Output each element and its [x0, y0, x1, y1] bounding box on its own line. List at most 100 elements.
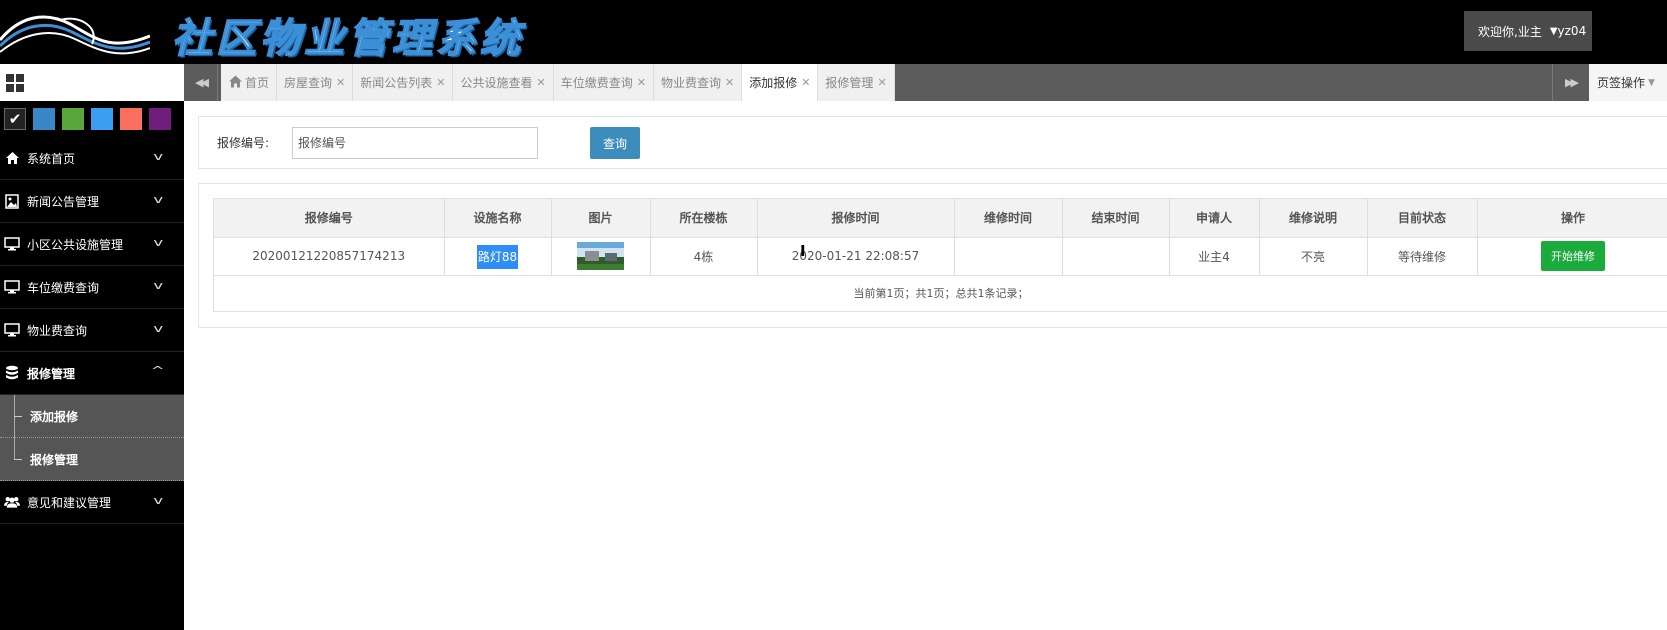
- column-header: 所在楼栋: [650, 199, 758, 237]
- theme-swatch-lightblue[interactable]: [91, 108, 113, 130]
- username: yz04: [1557, 24, 1587, 38]
- tab-scroll-right-button[interactable]: ▶▶: [1552, 64, 1588, 101]
- sidebar-subitem-label: 添加报修: [30, 409, 79, 424]
- sidebar-item-repair[interactable]: 报修管理 ^: [0, 352, 184, 395]
- close-icon[interactable]: ✕: [436, 76, 445, 89]
- sidebar-subitem-add-repair[interactable]: 添加报修: [0, 395, 184, 438]
- theme-swatch-green[interactable]: [62, 108, 84, 130]
- facility-name: 路灯88: [476, 244, 519, 269]
- cell-repair-time: [954, 236, 1063, 275]
- close-icon[interactable]: ✕: [877, 76, 886, 89]
- header: 社区物业管理系统 欢迎你,业主 ▼ yz04: [0, 0, 1667, 64]
- cell-repair-no: 20200121220857174213: [214, 236, 445, 275]
- sidebar-item-feedback[interactable]: 意见和建议管理 v: [0, 481, 184, 524]
- theme-swatches: ✔: [0, 101, 184, 137]
- tab-operations-dropdown[interactable]: 页签操作 ▼: [1589, 64, 1667, 101]
- sidebar-item-label: 新闻公告管理: [27, 194, 100, 209]
- user-menu[interactable]: 欢迎你,业主 ▼ yz04: [1464, 11, 1592, 51]
- close-icon[interactable]: ✕: [336, 76, 345, 89]
- close-icon[interactable]: ✕: [725, 76, 734, 89]
- sidebar-item-label: 意见和建议管理: [27, 495, 112, 510]
- image-icon: [4, 193, 20, 209]
- monitor-icon: [4, 279, 20, 295]
- table-panel: 报修编号 设施名称 图片 所在楼栋 报修时间 维修时间 结束时间 申请人 维修说…: [198, 183, 1667, 328]
- start-repair-button[interactable]: 开始维修: [1541, 241, 1605, 272]
- tab-property-fee[interactable]: 物业费查询 ✕: [653, 64, 743, 101]
- table-row: 20200121220857174213 路灯88 4栋 2020-01-21 …: [214, 236, 1667, 275]
- monitor-icon: [4, 236, 20, 252]
- chevron-down-icon: v: [153, 236, 164, 249]
- tab-label: 新闻公告列表: [360, 76, 433, 90]
- tab-label: 公共设施查看: [460, 76, 533, 90]
- main-content: 报修编号: 查询 报修编号 设施名称 图片 所在楼栋 报修时间: [184, 101, 1667, 630]
- sidebar-toggle-button[interactable]: [0, 64, 184, 101]
- cell-applicant: 业主4: [1169, 236, 1260, 275]
- close-icon[interactable]: ✕: [801, 76, 810, 89]
- tab-bar: ◀◀ 首页 房屋查询 ✕ 新闻公告列表 ✕ 公共设施查看 ✕ 车位缴费查询 ✕ …: [184, 64, 1667, 101]
- column-header: 图片: [551, 199, 651, 237]
- chevron-down-icon: v: [153, 494, 164, 507]
- column-header: 结束时间: [1062, 199, 1170, 237]
- caret-down-icon: ▼: [1549, 25, 1558, 37]
- repair-no-input[interactable]: [292, 127, 538, 159]
- theme-swatch-red[interactable]: [120, 108, 142, 130]
- tab-parking-query[interactable]: 车位缴费查询 ✕: [553, 64, 654, 101]
- cell-image: [551, 236, 651, 275]
- sidebar-item-facilities[interactable]: 小区公共设施管理 v: [0, 223, 184, 266]
- chevron-down-icon: v: [153, 322, 164, 335]
- caret-down-icon: ▼: [1648, 77, 1655, 88]
- tab-scroll-left-button[interactable]: ◀◀: [184, 64, 218, 101]
- sidebar-item-home[interactable]: 系统首页 v: [0, 137, 184, 180]
- sidebar-item-label: 系统首页: [27, 151, 76, 166]
- chevron-down-icon: v: [153, 150, 164, 163]
- theme-swatch-dark[interactable]: ✔: [4, 108, 26, 130]
- search-label: 报修编号:: [217, 136, 270, 150]
- tab-ops-label: 页签操作: [1597, 76, 1646, 90]
- chevron-down-icon: v: [153, 193, 164, 206]
- theme-swatch-purple[interactable]: [149, 108, 171, 130]
- home-icon: [228, 75, 243, 91]
- column-header: 报修编号: [214, 199, 445, 237]
- tab-repair-manage[interactable]: 报修管理 ✕: [818, 64, 895, 101]
- sidebar-item-parking[interactable]: 车位缴费查询 v: [0, 266, 184, 309]
- sidebar-item-news[interactable]: 新闻公告管理 v: [0, 180, 184, 223]
- column-header: 申请人: [1169, 199, 1260, 237]
- tab-house-query[interactable]: 房屋查询 ✕: [277, 64, 354, 101]
- search-button[interactable]: 查询: [590, 127, 640, 159]
- text-cursor-icon: I: [800, 242, 806, 260]
- cell-report-time: 2020-01-21 22:08:57: [757, 236, 955, 275]
- chevron-up-icon: ^: [150, 364, 165, 377]
- cell-building: 4栋: [650, 236, 758, 275]
- tab-facilities-view[interactable]: 公共设施查看 ✕: [453, 64, 554, 101]
- tab-home[interactable]: 首页: [221, 64, 278, 101]
- database-icon: [4, 365, 20, 381]
- facility-thumbnail[interactable]: [577, 242, 624, 271]
- chevron-down-icon: v: [153, 279, 164, 292]
- pagination-info: 当前第1页；共1页；总共1条记录；: [214, 275, 1667, 311]
- sidebar-subitem-repair-manage[interactable]: 报修管理: [0, 438, 184, 481]
- close-icon[interactable]: ✕: [637, 76, 646, 89]
- tab-add-repair[interactable]: 添加报修 ✕: [742, 64, 819, 101]
- cell-action: 开始维修: [1477, 236, 1667, 275]
- close-icon[interactable]: ✕: [537, 76, 546, 89]
- tabs: 首页 房屋查询 ✕ 新闻公告列表 ✕ 公共设施查看 ✕ 车位缴费查询 ✕ 物业费…: [221, 64, 895, 101]
- column-header: 目前状态: [1367, 199, 1478, 237]
- home-icon: [4, 150, 20, 166]
- tab-label: 报修管理: [825, 76, 874, 90]
- sidebar-item-property-fee[interactable]: 物业费查询 v: [0, 309, 184, 352]
- tab-news-list[interactable]: 新闻公告列表 ✕: [353, 64, 454, 101]
- column-header: 设施名称: [444, 199, 552, 237]
- column-header: 维修时间: [954, 199, 1063, 237]
- tab-label: 车位缴费查询: [560, 76, 633, 90]
- sidebar: ✔ 系统首页 v 新闻公告管理 v 小区公共设施管理 v 车位缴费查询 v 物业…: [0, 64, 184, 630]
- column-header: 维修说明: [1259, 199, 1368, 237]
- grid-icon: [6, 73, 24, 92]
- logo-icon: [0, 15, 150, 55]
- theme-swatch-blue[interactable]: [33, 108, 55, 130]
- search-panel: 报修编号: 查询: [198, 116, 1667, 169]
- cell-repair-note: 不亮: [1259, 236, 1368, 275]
- tab-label: 物业费查询: [660, 76, 721, 90]
- double-left-icon: ◀◀: [195, 76, 209, 89]
- double-right-icon: ▶▶: [1565, 76, 1579, 89]
- sidebar-item-label: 小区公共设施管理: [27, 237, 124, 252]
